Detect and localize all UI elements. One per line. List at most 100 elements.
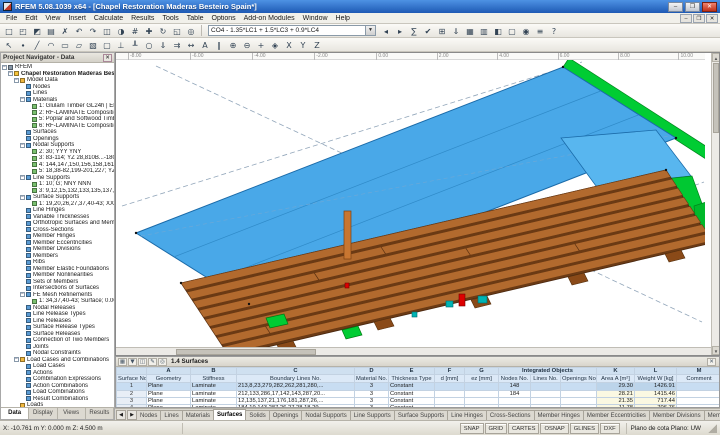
new-opening-icon[interactable]: ▢ [101,39,114,51]
pan-icon[interactable]: + [255,39,268,51]
scroll-up-icon[interactable]: ▲ [712,53,719,62]
menu-item[interactable]: View [41,15,64,22]
menu-item[interactable]: File [2,15,21,22]
table-row[interactable]: 2 Plane Laminate 212,133,286,17,142,143,287… [116,389,719,398]
select-pointer-icon[interactable]: ↖ [3,39,16,51]
mdi-close-button[interactable]: ✕ [706,13,718,23]
menu-item[interactable]: Calculate [90,15,127,22]
rotate-view-icon[interactable]: ↻ [157,25,170,37]
view-z-icon[interactable]: Z [311,39,324,51]
menu-item[interactable]: Insert [64,15,90,22]
scroll-down-icon[interactable]: ▼ [712,346,719,355]
table-cell[interactable] [530,382,561,391]
surfaces-table[interactable]: A B C D E F G Integrated Objects K L M Surface No. G… [116,366,719,407]
nodal-load-icon[interactable]: ⇓ [157,39,170,51]
zoom-out-icon[interactable]: ⊖ [241,39,254,51]
status-toggle[interactable]: CARTES [508,422,540,434]
next-load-case-icon[interactable]: ▸ [394,25,407,37]
new-node-icon[interactable]: ∙ [17,39,30,51]
table-row[interactable]: 1 Plane Laminate 213,8,23,279,282,262,281,2… [116,382,719,391]
table-edit-icon[interactable]: ✎ [148,357,157,366]
table-cell[interactable]: 213,8,23,279,282,262,281,280,... [236,382,355,391]
save-icon[interactable]: ◩ [31,25,44,37]
table-cell[interactable]: 717.44 [634,396,677,406]
delete-icon[interactable]: ✗ [59,25,72,37]
previous-load-case-icon[interactable]: ◂ [380,25,393,37]
table-cell[interactable]: 3 [116,396,147,406]
table-cell[interactable]: 21.35 [596,396,635,406]
navigator-tab[interactable]: Data [1,408,30,419]
table-cell[interactable]: 212,133,286,17,142,143,287,20... [236,389,355,398]
new-arc-icon[interactable]: ◠ [45,39,58,51]
table-cell[interactable]: 2 [116,389,147,398]
navigator-toggle-icon[interactable]: ◧ [492,25,505,37]
table-tab[interactable]: Line Supports [349,410,395,420]
help-icon[interactable]: ? [548,25,561,37]
tree-expander-icon[interactable]: − [20,194,25,200]
table-filter-icon[interactable]: ▼ [128,357,137,366]
table-cell[interactable]: Constant [388,382,435,391]
undo-icon[interactable]: ↶ [73,25,86,37]
calculation-icon[interactable]: ∑ [408,25,421,37]
open-project-icon[interactable]: ◰ [17,25,30,37]
table-tab[interactable]: Materials [181,410,215,420]
table-tab[interactable]: Members [703,410,720,420]
new-file-icon[interactable]: □ [3,25,16,37]
tree-item[interactable]: − Load Cases and Combinations [1,357,114,364]
model-3d-view[interactable] [116,60,705,349]
table-cell[interactable] [434,396,465,406]
navigator-close-icon[interactable]: ✕ [103,53,112,62]
table-cell[interactable]: Laminate [190,396,237,406]
show-loads-icon[interactable]: ⇓ [450,25,463,37]
menu-item[interactable]: Options [208,15,240,22]
table-close-icon[interactable]: ✕ [707,357,716,366]
new-line-icon[interactable]: ╱ [31,39,44,51]
table-cell[interactable]: 148 [498,382,531,391]
table-cell[interactable]: 1426.91 [634,382,677,391]
table-tab[interactable]: Openings [268,410,303,420]
table-cell[interactable]: 1 [116,382,147,391]
table-cell[interactable]: 3 [354,396,389,406]
new-surface-icon[interactable]: ▱ [73,39,86,51]
table-cell[interactable] [676,389,719,398]
mdi-restore-button[interactable]: ❐ [693,13,705,23]
navigator-tab[interactable]: Results [85,408,114,419]
nodal-support-icon[interactable]: ⊥ [115,39,128,51]
tables-toggle-icon[interactable]: ▥ [478,25,491,37]
status-toggle[interactable]: SNAP [459,422,484,434]
table-cell[interactable] [464,382,499,391]
menu-item[interactable]: Table [183,15,208,22]
table-tab[interactable]: Solids [245,410,270,420]
vertical-scrollbar-thumb[interactable] [713,63,719,133]
table-cell[interactable]: 12,135,137,21,176,181,287,26,... [236,396,355,406]
tree-expander-icon[interactable]: − [2,64,7,70]
new-solid-icon[interactable]: ▧ [87,39,100,51]
new-member-icon[interactable]: ▭ [59,39,72,51]
table-cell[interactable]: Plane [146,396,191,406]
navigator-tab[interactable]: Display [29,408,58,419]
check-model-icon[interactable]: ✔ [422,25,435,37]
maximize-button[interactable]: ❐ [685,1,700,12]
line-load-icon[interactable]: ⇉ [171,39,184,51]
horizontal-scrollbar[interactable] [116,347,713,355]
status-toggle[interactable]: GLINES [569,422,600,434]
tabs-scroll-left-icon[interactable]: ◀ [116,410,126,420]
minimize-button[interactable]: ‒ [668,1,683,12]
tree-expander-icon[interactable]: − [14,77,19,83]
section-icon[interactable]: ∥ [213,39,226,51]
tree-expander-icon[interactable]: − [20,292,25,298]
guidelines-icon[interactable]: ≡ [534,25,547,37]
table-tab[interactable]: Member Divisions [648,410,705,420]
show-results-icon[interactable]: ▦ [464,25,477,37]
render-mode-icon[interactable]: ◑ [115,25,128,37]
navigator-tab[interactable]: Views [57,408,86,419]
dimension-icon[interactable]: ↔ [185,39,198,51]
mdi-minimize-button[interactable]: ‒ [680,13,692,23]
snap-icon[interactable]: ◉ [520,25,533,37]
text-comment-icon[interactable]: A [199,39,212,51]
table-cell[interactable] [560,382,597,391]
table-tab[interactable]: Member Hinges [533,410,584,420]
tree-expander-icon[interactable]: − [20,97,25,103]
redo-icon[interactable]: ↷ [87,25,100,37]
menu-item[interactable]: Window [299,15,332,22]
